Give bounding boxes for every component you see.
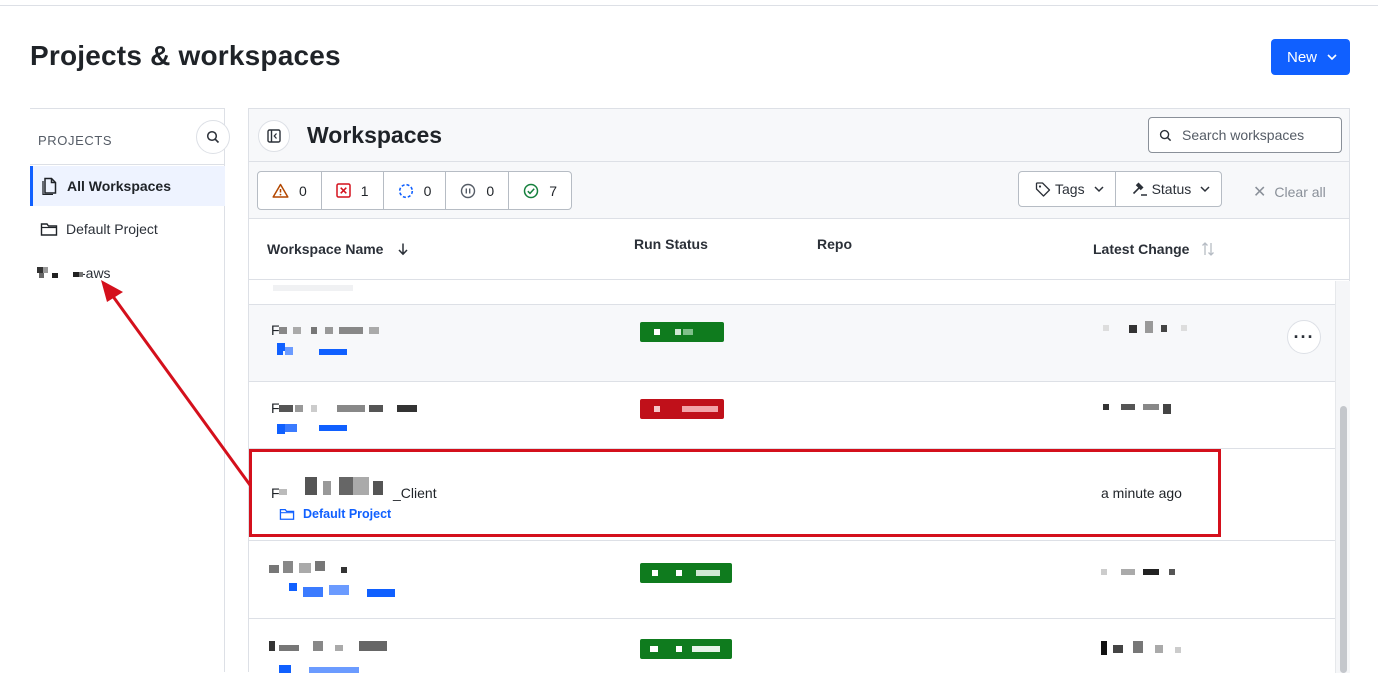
sidebar-item-all-workspaces[interactable]: All Workspaces bbox=[30, 166, 225, 206]
search-placeholder: Search workspaces bbox=[1182, 127, 1305, 143]
clear-all-label: Clear all bbox=[1274, 184, 1326, 200]
projects-sidebar: PROJECTS All Workspaces Default Project … bbox=[30, 108, 230, 672]
top-border bbox=[0, 5, 1378, 6]
success-count: 7 bbox=[549, 182, 557, 199]
error-count: 1 bbox=[360, 182, 369, 199]
running-count: 0 bbox=[423, 182, 432, 199]
run-status-badge bbox=[640, 563, 732, 583]
page-title: Projects & workspaces bbox=[30, 40, 341, 71]
chevron-down-icon bbox=[1094, 186, 1104, 193]
sidebar-item-aws-project[interactable]: -aws bbox=[30, 253, 225, 293]
running-icon bbox=[398, 183, 413, 198]
row-actions-button[interactable]: ··· bbox=[1287, 320, 1321, 354]
table-row[interactable]: F bbox=[249, 382, 1335, 449]
table-row[interactable] bbox=[249, 541, 1335, 619]
gavel-icon bbox=[1132, 182, 1147, 196]
paused-count: 0 bbox=[486, 182, 495, 199]
error-icon bbox=[336, 183, 351, 198]
tag-icon bbox=[1035, 182, 1051, 197]
workspaces-panel: Workspaces Search workspaces 0 1 0 0 7 T… bbox=[248, 108, 1350, 673]
column-header-run-status: Run Status bbox=[634, 236, 708, 252]
paused-icon bbox=[461, 183, 476, 198]
sidebar-item-label: Default Project bbox=[66, 221, 158, 237]
table-row[interactable] bbox=[249, 281, 1335, 305]
status-filter-running[interactable]: 0 bbox=[384, 172, 447, 209]
search-icon bbox=[1159, 129, 1172, 141]
column-header-workspace-name[interactable]: Workspace Name bbox=[267, 241, 409, 257]
chevron-down-icon bbox=[1327, 54, 1337, 61]
column-header-repo: Repo bbox=[817, 236, 852, 252]
status-count-group: 0 1 0 0 7 bbox=[257, 171, 572, 210]
redacted-project-prefix bbox=[37, 265, 83, 281]
new-button[interactable]: New bbox=[1271, 39, 1350, 75]
close-icon: ✕ bbox=[1253, 184, 1267, 201]
table-header: Workspace Name Run Status Repo Latest Ch… bbox=[249, 219, 1349, 280]
status-filter-warning[interactable]: 0 bbox=[258, 172, 322, 209]
run-status-badge bbox=[640, 322, 724, 342]
warning-icon bbox=[272, 183, 289, 198]
sort-descending-icon bbox=[398, 243, 409, 256]
filter-dropdowns: Tags Status bbox=[1018, 171, 1223, 207]
run-status-badge bbox=[640, 399, 724, 419]
column-label: Latest Change bbox=[1093, 241, 1190, 257]
chevron-down-icon bbox=[1200, 186, 1210, 193]
column-header-latest-change[interactable]: Latest Change bbox=[1093, 241, 1215, 257]
folder-icon bbox=[40, 220, 58, 238]
document-icon bbox=[41, 177, 59, 195]
search-icon bbox=[206, 130, 220, 144]
clear-all-filters-button[interactable]: ✕ Clear all bbox=[1253, 182, 1326, 202]
filter-bar: 0 1 0 0 7 Tags Status ✕ Clear all bbox=[249, 162, 1349, 219]
collapse-icon bbox=[267, 129, 281, 143]
status-filter-paused[interactable]: 0 bbox=[446, 172, 510, 209]
table-row[interactable]: F bbox=[249, 305, 1335, 382]
status-filter-success[interactable]: 7 bbox=[509, 172, 571, 209]
sidebar-search-button[interactable] bbox=[196, 120, 230, 154]
tags-label: Tags bbox=[1055, 181, 1085, 197]
table-row[interactable] bbox=[249, 619, 1335, 673]
sidebar-item-default-project[interactable]: Default Project bbox=[30, 209, 225, 249]
status-label: Status bbox=[1151, 181, 1192, 197]
sort-icon bbox=[1202, 242, 1215, 256]
annotation-highlight-box bbox=[249, 449, 1221, 537]
workspaces-header: Workspaces Search workspaces bbox=[249, 109, 1349, 162]
search-workspaces-input[interactable]: Search workspaces bbox=[1148, 117, 1342, 153]
warning-count: 0 bbox=[299, 182, 307, 199]
list-scrollbar[interactable] bbox=[1335, 281, 1350, 673]
collapse-sidebar-button[interactable] bbox=[258, 120, 290, 152]
sidebar-item-label: All Workspaces bbox=[67, 178, 172, 194]
workspaces-title: Workspaces bbox=[307, 122, 443, 148]
status-filter-error[interactable]: 1 bbox=[322, 172, 384, 209]
run-status-badge bbox=[640, 639, 732, 659]
tags-filter-dropdown[interactable]: Tags bbox=[1019, 172, 1116, 206]
new-button-label: New bbox=[1287, 48, 1318, 66]
sidebar-item-label: -aws bbox=[81, 265, 111, 281]
more-icon: ··· bbox=[1293, 326, 1315, 347]
column-label: Workspace Name bbox=[267, 241, 384, 257]
status-filter-dropdown[interactable]: Status bbox=[1116, 172, 1222, 206]
sidebar-heading: PROJECTS bbox=[38, 133, 113, 148]
sidebar-divider bbox=[30, 164, 225, 165]
success-icon bbox=[523, 183, 539, 198]
scrollbar-thumb[interactable] bbox=[1340, 406, 1347, 673]
